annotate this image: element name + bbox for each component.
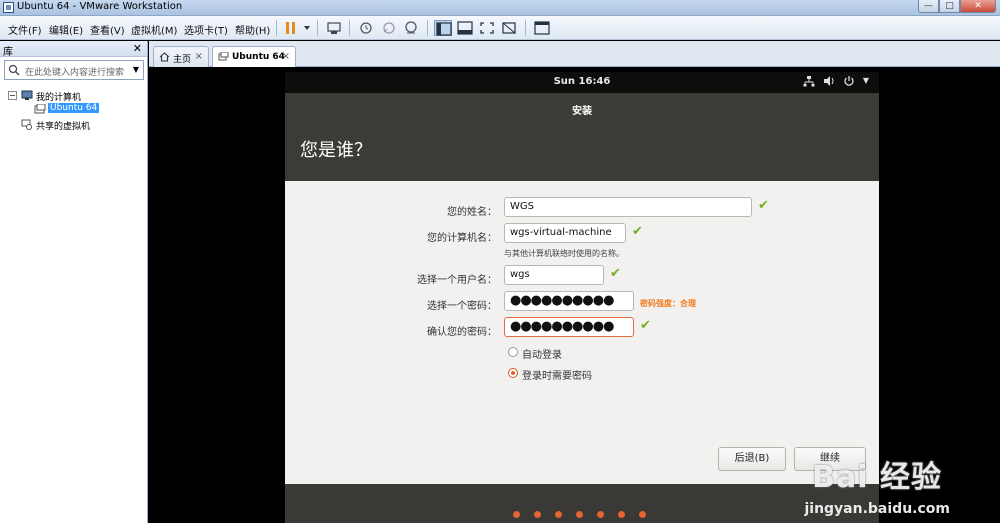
library-close-icon[interactable]: ✕	[133, 42, 142, 55]
maximize-button[interactable]: □	[939, 0, 960, 13]
vm-tab-icon	[218, 52, 229, 61]
toolbar-separator	[427, 20, 428, 36]
window-controls: — □ ✕	[918, 0, 996, 14]
tab-close-icon[interactable]: ×	[195, 51, 203, 62]
auto-login-label[interactable]: 自动登录	[522, 346, 562, 361]
toolbar-separator	[276, 20, 277, 36]
auto-login-radio[interactable]	[508, 347, 518, 357]
snapshot-manager-icon[interactable]	[402, 20, 420, 36]
require-password-radio[interactable]	[508, 368, 518, 378]
search-dropdown-icon[interactable]: ▼	[133, 65, 139, 74]
toolbar-separator	[525, 20, 526, 36]
password-field[interactable]: ●●●●●●●●●●	[504, 291, 634, 311]
snapshot-icon[interactable]	[357, 20, 375, 36]
menu-vm[interactable]: 虚拟机(M)	[131, 22, 177, 37]
password-label: 选择一个密码：	[427, 301, 497, 312]
home-icon	[159, 52, 170, 62]
send-ctrl-alt-del-icon[interactable]	[325, 20, 343, 36]
power-dropdown-icon[interactable]	[298, 20, 310, 36]
confirm-password-label: 确认您的密码：	[427, 327, 497, 338]
shared-vm-icon	[21, 119, 32, 130]
search-icon	[8, 64, 20, 79]
menu-edit[interactable]: 编辑(E)	[49, 22, 83, 37]
unity-mode-icon[interactable]	[500, 20, 518, 36]
progress-dot	[618, 511, 625, 518]
confirm-password-field[interactable]: ●●●●●●●●●●	[504, 317, 634, 337]
menu-view[interactable]: 查看(V)	[90, 22, 125, 37]
volume-icon[interactable]	[823, 75, 835, 87]
tab-label: Ubuntu 64	[232, 52, 285, 62]
computer-name-hint: 与其他计算机联络时使用的名称。	[504, 249, 624, 258]
username-label: 选择一个用户名：	[417, 275, 497, 286]
installer-header: 安装 您是谁？	[285, 93, 879, 181]
tab-close-icon[interactable]: ×	[282, 51, 290, 62]
name-label: 您的姓名：	[447, 207, 497, 218]
menu-help[interactable]: 帮助(H)	[235, 22, 270, 37]
title-bar: Ubuntu 64 - VMware Workstation — □ ✕	[0, 0, 1000, 16]
confirm-password-valid-check-icon: ✔	[640, 318, 651, 333]
vmware-app-icon	[3, 2, 14, 13]
menu-tabs[interactable]: 选项卡(T)	[184, 22, 228, 37]
progress-dot	[576, 511, 583, 518]
computer-name-field[interactable]: wgs-virtual-machine	[504, 223, 626, 243]
user-setup-form: 您的姓名： WGS ✔ 您的计算机名： wgs-virtual-machine …	[285, 181, 879, 484]
full-screen-icon[interactable]	[478, 20, 496, 36]
name-field[interactable]: WGS	[504, 197, 752, 217]
close-window-button[interactable]: ✕	[960, 0, 996, 13]
tree-label-selected: Ubuntu 64	[48, 103, 100, 113]
library-panel: 库 ✕ 在此处键入内容进行搜索 ▼ − 我的计算机 Ubuntu 64 共享的虚…	[0, 41, 148, 523]
vm-console[interactable]: Sun 16:46 ▼ 安装 您是谁？ 您的姓名： WGS ✔ 您的计算机名： …	[149, 67, 1000, 523]
toolbar-separator	[349, 20, 350, 36]
tab-ubuntu-64[interactable]: Ubuntu 64 ×	[212, 46, 296, 68]
library-title: 库	[3, 47, 13, 58]
computer-name-label: 您的计算机名：	[427, 233, 497, 244]
installer-progress-bar	[285, 484, 879, 523]
power-icon[interactable]	[843, 75, 855, 87]
progress-dots	[513, 511, 646, 518]
clock[interactable]: Sun 16:46	[285, 76, 879, 87]
tree-label: 我的计算机	[36, 93, 82, 103]
ubuntu-installer-screen: Sun 16:46 ▼ 安装 您是谁？ 您的姓名： WGS ✔ 您的计算机名： …	[285, 72, 879, 523]
username-valid-check-icon: ✔	[610, 266, 621, 281]
vmware-window: Ubuntu 64 - VMware Workstation — □ ✕ 文件(…	[0, 0, 1000, 523]
console-view-icon[interactable]	[533, 20, 551, 36]
progress-dot	[597, 511, 604, 518]
tree-label: 共享的虚拟机	[36, 122, 91, 132]
progress-dot	[513, 511, 520, 518]
network-icon[interactable]	[803, 75, 815, 87]
library-search-input[interactable]: 在此处键入内容进行搜索 ▼	[4, 60, 144, 80]
tab-label: 主页	[173, 55, 192, 65]
thumbnail-bar-icon[interactable]	[456, 20, 474, 36]
progress-dot	[639, 511, 646, 518]
password-strength: 密码强度：合理	[640, 299, 696, 308]
baidu-watermark-url: jingyan.baidu.com	[804, 501, 950, 517]
search-placeholder: 在此处键入内容进行搜索	[25, 68, 125, 78]
username-field[interactable]: wgs	[504, 265, 604, 285]
back-button[interactable]: 后退(B)	[718, 447, 786, 471]
revert-snapshot-icon[interactable]	[380, 20, 398, 36]
page-title: 您是谁？	[300, 140, 372, 161]
window-title: Ubuntu 64 - VMware Workstation	[17, 1, 183, 12]
minimize-button[interactable]: —	[918, 0, 939, 13]
computer-icon	[21, 90, 33, 100]
baidu-watermark: Bai 经验	[812, 460, 942, 495]
progress-dot	[534, 511, 541, 518]
toolbar-separator	[317, 20, 318, 36]
name-valid-check-icon: ✔	[758, 198, 769, 213]
computer-name-valid-check-icon: ✔	[632, 224, 643, 239]
menu-file[interactable]: 文件(F)	[8, 22, 42, 37]
tab-strip: 主页 × Ubuntu 64 ×	[149, 41, 1000, 68]
library-header: 库 ✕	[0, 41, 147, 58]
collapse-icon[interactable]: −	[8, 91, 17, 100]
system-menu-chevron-icon[interactable]: ▼	[863, 75, 869, 87]
installer-window-title: 安装	[572, 106, 592, 117]
gnome-top-bar: Sun 16:46 ▼	[285, 72, 879, 93]
progress-dot	[555, 511, 562, 518]
tab-home[interactable]: 主页 ×	[153, 46, 209, 67]
require-password-label[interactable]: 登录时需要密码	[522, 367, 592, 382]
show-library-icon[interactable]	[434, 20, 452, 36]
menu-bar: 文件(F) 编辑(E) 查看(V) 虚拟机(M) 选项卡(T) 帮助(H)	[0, 16, 1000, 40]
vm-icon	[34, 104, 46, 114]
system-tray: ▼	[803, 75, 869, 87]
